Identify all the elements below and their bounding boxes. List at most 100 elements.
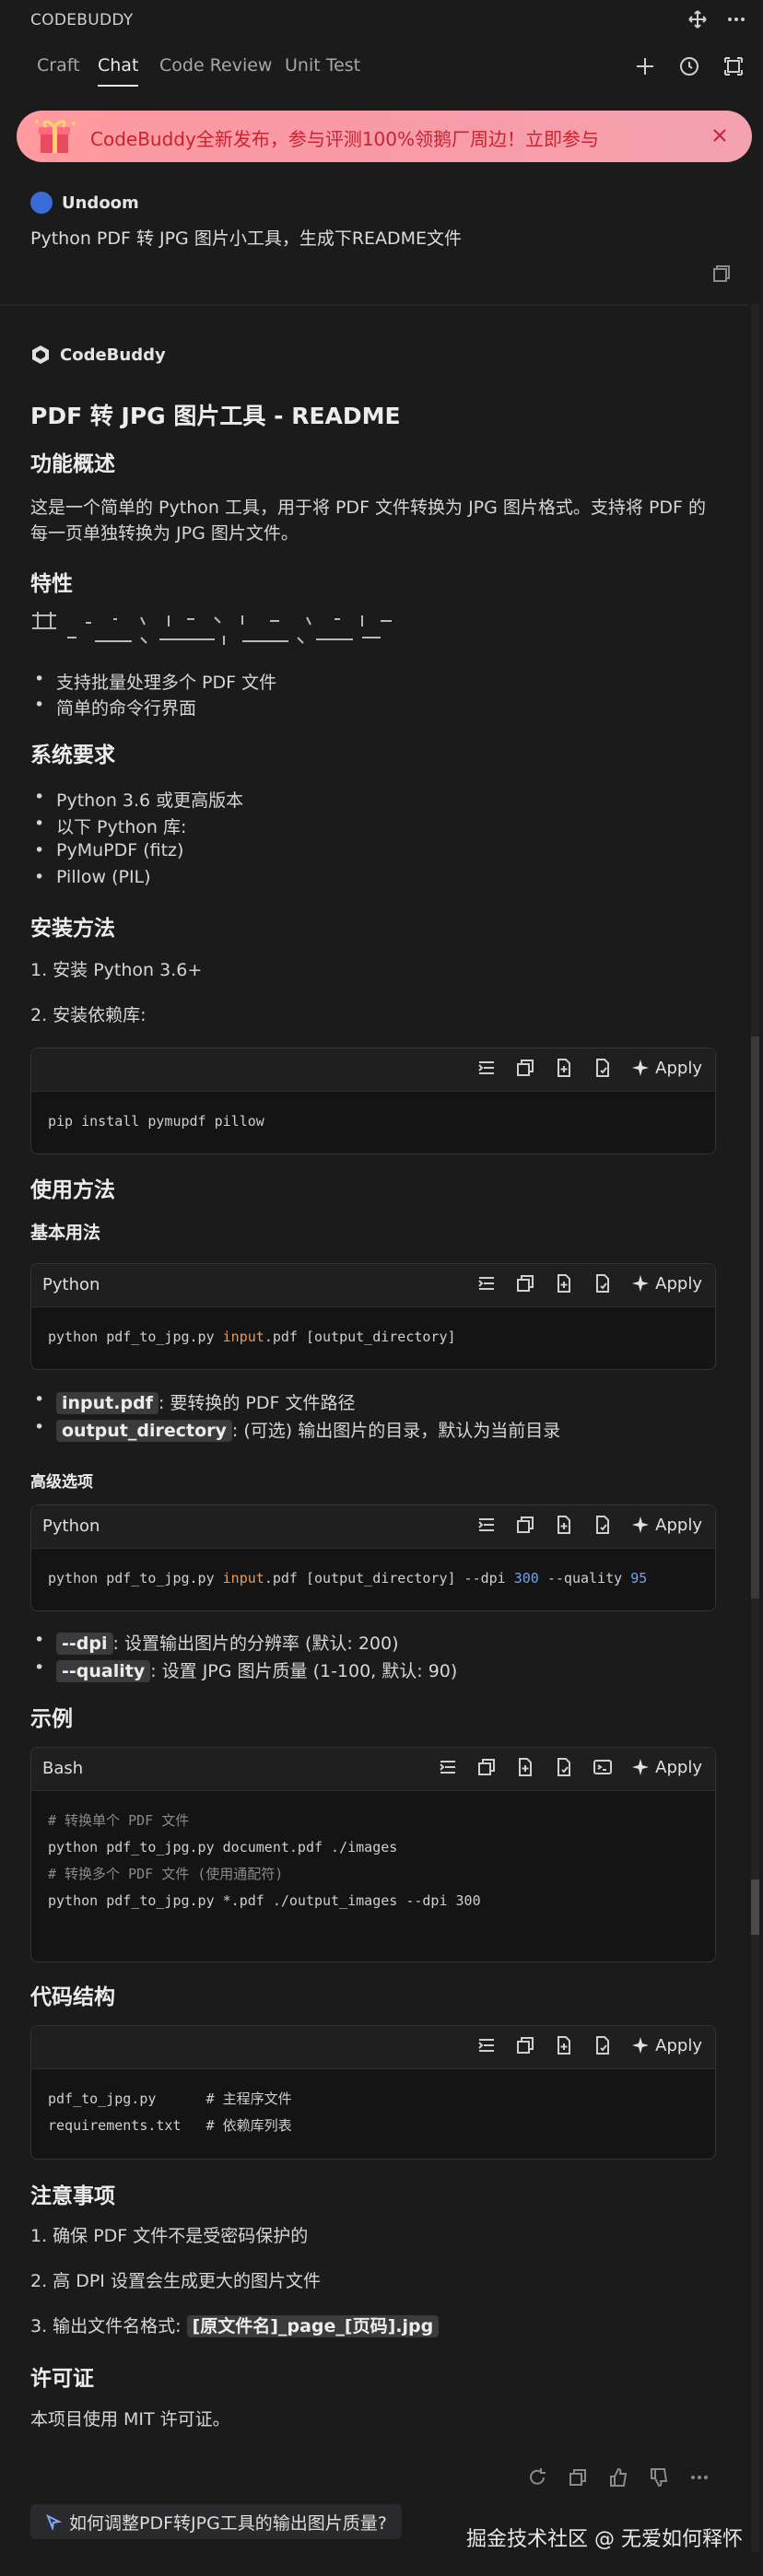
apply-label[interactable]: Apply [655, 1274, 702, 1294]
rendering-artifact [30, 610, 417, 656]
gift-icon [31, 114, 79, 158]
option-item: --quality: 设置 JPG 图片质量 (1-100, 默认: 90) [30, 1657, 457, 1682]
new-file-icon[interactable] [554, 2035, 574, 2055]
tab-unit-test[interactable]: Unit Test [285, 55, 360, 76]
code-block-advanced: Python Apply python pdf_to_jpg.py input.… [30, 1505, 716, 1611]
code-language: Python [42, 1516, 100, 1536]
diff-file-icon[interactable] [554, 1757, 574, 1777]
apply-button[interactable]: Apply [631, 1274, 702, 1294]
heading-features: 特性 [30, 572, 73, 596]
top-icons [687, 9, 746, 29]
code-line: # 转换多个 PDF 文件 (使用通配符) [48, 1866, 284, 1882]
code-line: # 转换单个 PDF 文件 [48, 1812, 190, 1829]
insert-icon[interactable] [476, 1515, 497, 1535]
diff-file-icon[interactable] [593, 1058, 613, 1078]
heading-structure: 代码结构 [30, 1985, 115, 2009]
code-token: .pdf [output_directory] [264, 1329, 456, 1345]
new-file-icon[interactable] [554, 1273, 574, 1294]
tab-chat[interactable]: Chat [98, 55, 138, 76]
inline-code: output_directory [56, 1420, 232, 1442]
suggestion-chip[interactable]: 如何调整PDF转JPG工具的输出图片质量? [30, 2504, 402, 2539]
codebuddy-logo-icon [30, 345, 51, 365]
copy-icon[interactable] [568, 2467, 588, 2488]
note-item: 1. 确保 PDF 文件不是受密码保护的 [30, 2226, 309, 2246]
copy-icon[interactable] [515, 1058, 535, 1078]
code-tools: Apply [476, 1273, 702, 1294]
heading-basic-usage: 基本用法 [30, 1223, 101, 1243]
regenerate-icon[interactable] [527, 2467, 547, 2488]
apply-button[interactable]: Apply [631, 1059, 702, 1078]
history-icon[interactable] [678, 55, 700, 77]
diff-file-icon[interactable] [593, 2035, 613, 2055]
code-header: Apply [31, 2026, 715, 2069]
code-tools: Apply [476, 1058, 702, 1078]
banner-text[interactable]: CodeBuddy全新发布，参与评测100%领鹅厂周边！立即参与 [90, 124, 599, 151]
code-token: python pdf_to_jpg.py [48, 1329, 223, 1345]
user-name: Undoom [62, 193, 139, 213]
apply-button[interactable]: Apply [631, 2036, 702, 2055]
more-icon[interactable] [726, 9, 746, 29]
apply-label[interactable]: Apply [655, 1059, 702, 1078]
license-text: 本项目使用 MIT 许可证。 [30, 2409, 230, 2430]
code-tools: Apply [438, 1757, 702, 1777]
plus-icon[interactable] [634, 55, 656, 77]
apply-button[interactable]: Apply [631, 1516, 702, 1535]
diff-file-icon[interactable] [593, 1515, 613, 1535]
arg-desc: : (可选) 输出图片的目录，默认为当前目录 [231, 1421, 561, 1441]
heading-requirements: 系统要求 [30, 744, 115, 767]
suggestion-text[interactable]: 如何调整PDF转JPG工具的输出图片质量? [69, 2510, 387, 2535]
copy-icon[interactable] [476, 1757, 497, 1777]
tab-code-review[interactable]: Code Review [159, 55, 272, 76]
apply-label[interactable]: Apply [655, 1516, 702, 1535]
code-line: python pdf_to_jpg.py document.pdf ./imag… [48, 1839, 398, 1856]
requirement-item: 以下 Python 库: [30, 814, 186, 838]
copy-icon[interactable] [515, 1515, 535, 1535]
code-header: Python Apply [31, 1264, 715, 1307]
insert-icon[interactable] [476, 2035, 497, 2055]
code-language: Python [42, 1275, 100, 1294]
scrollbar-thumb[interactable] [751, 1036, 759, 1598]
heading-advanced: 高级选项 [30, 1473, 93, 1492]
new-file-icon[interactable] [554, 1515, 574, 1535]
copy-icon[interactable] [515, 1273, 535, 1294]
apply-label[interactable]: Apply [655, 2036, 702, 2055]
more-icon[interactable] [689, 2467, 710, 2488]
close-icon[interactable] [708, 123, 732, 147]
move-icon[interactable] [687, 9, 708, 29]
top-bar: CODEBUDDY [0, 0, 763, 41]
diff-file-icon[interactable] [593, 1273, 613, 1294]
new-file-icon[interactable] [554, 1058, 574, 1078]
new-file-icon[interactable] [515, 1757, 535, 1777]
insert-icon[interactable] [476, 1058, 497, 1078]
copy-icon[interactable] [515, 2035, 535, 2055]
code-line: requirements.txt # 依赖库列表 [48, 2117, 292, 2134]
tab-actions [634, 55, 745, 77]
insert-icon[interactable] [476, 1273, 497, 1294]
apply-button[interactable]: Apply [631, 1758, 702, 1777]
code-content: python pdf_to_jpg.py input.pdf [output_d… [31, 1549, 715, 1609]
bot-name: CodeBuddy [60, 345, 166, 365]
copy-icon[interactable] [711, 263, 732, 284]
active-tab-indicator [98, 85, 138, 87]
code-content: pip install pymupdf pillow [48, 1113, 264, 1130]
terminal-icon[interactable] [593, 1757, 613, 1777]
expand-icon[interactable] [722, 55, 745, 77]
thumbs-up-icon[interactable] [608, 2467, 628, 2488]
code-language: Bash [42, 1759, 84, 1778]
doc-title: PDF 转 JPG 图片工具 - README [30, 403, 401, 429]
tab-craft[interactable]: Craft [37, 55, 80, 76]
code-tools: Apply [476, 1515, 702, 1535]
apply-label[interactable]: Apply [655, 1758, 702, 1777]
bot-header: CodeBuddy [30, 345, 166, 365]
watermark: 掘金技术社区 @ 无爱如何释怀 [466, 2528, 743, 2551]
promo-banner[interactable]: CodeBuddy全新发布，参与评测100%领鹅厂周边！立即参与 [17, 111, 752, 162]
install-step-1: 1. 安装 Python 3.6+ [30, 960, 203, 980]
code-block-basic: Python Apply python pdf_to_jpg.py input.… [30, 1263, 716, 1370]
insert-icon[interactable] [438, 1757, 458, 1777]
arg-desc: : 要转换的 PDF 文件路径 [158, 1393, 356, 1413]
requirement-item: PyMuPDF (fitz) [30, 840, 183, 861]
code-token: 95 [630, 1570, 648, 1587]
app-title: CODEBUDDY [30, 11, 134, 29]
thumbs-down-icon[interactable] [649, 2467, 669, 2488]
code-token: .pdf [output_directory] --dpi [264, 1570, 514, 1587]
